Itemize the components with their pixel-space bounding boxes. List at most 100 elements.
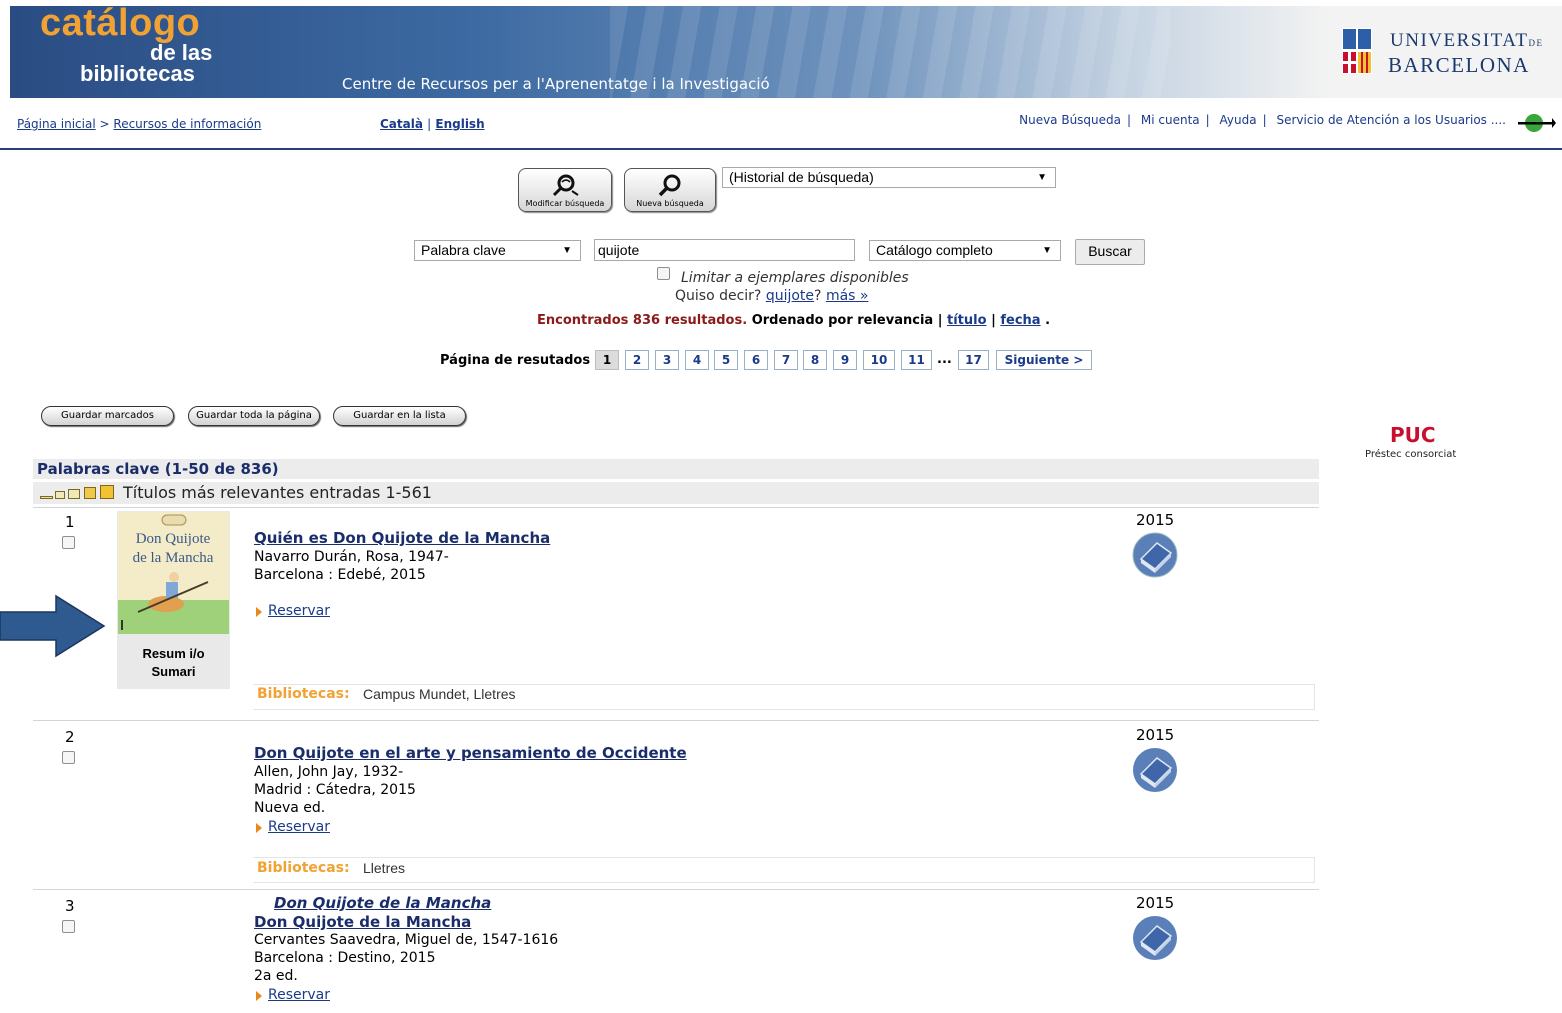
limit-available-checkbox[interactable] (657, 267, 670, 280)
did-you-mean-q: ? (814, 288, 822, 304)
nueva-busqueda-link[interactable]: Nueva Búsqueda (1019, 113, 1121, 127)
reserve-arrow-icon (256, 991, 262, 1001)
results-header-title: Palabras clave (1-50 de 836) (37, 460, 279, 478)
breadcrumb-resources-link[interactable]: Recursos de información (113, 117, 261, 131)
relevance-meter-icon (40, 496, 53, 499)
sort-title-link[interactable]: título (947, 313, 987, 328)
catalog-logo-line1[interactable]: catálogo (40, 4, 200, 42)
lang-catala-link[interactable]: Català (380, 117, 423, 131)
book-format-icon (1133, 748, 1177, 792)
puc-logo[interactable]: PUC (1390, 424, 1436, 446)
page-9-button[interactable]: 9 (833, 350, 857, 370)
top-nav: Página inicial > Recursos de información… (0, 100, 1562, 150)
breadcrumb-separator: > (99, 117, 110, 131)
sort-separator: | (991, 313, 996, 328)
cover-caption-line1: Resum i/o (142, 646, 205, 661)
result-year: 2015 (1136, 894, 1175, 912)
result-author: Navarro Durán, Rosa, 1947- (254, 549, 449, 565)
site-banner (10, 6, 1562, 98)
sort-label: Ordenado por relevancia | (751, 313, 943, 328)
libraries-label: Bibliotecas: (257, 860, 350, 876)
reserve-link[interactable]: Reservar (268, 987, 330, 1003)
more-suggestions-link[interactable]: más » (826, 288, 869, 304)
mi-cuenta-link[interactable]: Mi cuenta (1141, 113, 1200, 127)
save-page-button[interactable]: Guardar toda la página (188, 406, 320, 426)
chevron-down-icon: ▼ (1042, 245, 1052, 256)
pager-ellipsis: ... (937, 352, 952, 367)
page-1-button[interactable]: 1 (595, 350, 619, 370)
chevron-down-icon: ▼ (562, 245, 572, 256)
result-title-link[interactable]: Don Quijote de la Mancha (254, 913, 471, 931)
breadcrumb: Página inicial > Recursos de información (17, 117, 261, 131)
page-10-button[interactable]: 10 (863, 350, 895, 370)
result-title-link[interactable]: Don Quijote en el arte y pensamiento de … (254, 744, 687, 762)
result-title-link[interactable]: Quién es Don Quijote de la Mancha (254, 529, 550, 547)
lang-english-link[interactable]: English (435, 117, 484, 131)
result-2-checkbox[interactable] (62, 751, 75, 764)
pager-label: Página de resutados (440, 353, 591, 368)
result-year: 2015 (1136, 726, 1175, 744)
annotation-arrow-icon (0, 594, 106, 658)
cover-caption-line2: Sumari (151, 664, 196, 679)
cover-summary-link[interactable]: Resum i/o Sumari (117, 645, 230, 681)
search-history-value: (Historial de búsqueda) (729, 169, 874, 185)
did-you-mean-link[interactable]: quijote (766, 288, 814, 304)
result-3-checkbox[interactable] (62, 920, 75, 933)
page-3-button[interactable]: 3 (655, 350, 679, 370)
page-8-button[interactable]: 8 (803, 350, 827, 370)
page-6-button[interactable]: 6 (744, 350, 768, 370)
ub-de-text: DE (1528, 38, 1544, 48)
new-search-label: Nueva búsqueda (636, 199, 704, 208)
result-publisher: Madrid : Cátedra, 2015 (254, 782, 416, 798)
search-input[interactable]: quijote (594, 239, 855, 261)
chevron-down-icon: ▼ (1037, 172, 1047, 183)
ub-name-line1[interactable]: UNIVERSITATDE (1390, 30, 1543, 54)
next-page-button[interactable]: Siguiente > (996, 350, 1092, 370)
book-cover-image[interactable]: Don Quijote de la Mancha (118, 512, 229, 634)
catalog-scope-value: Catálogo completo (876, 242, 993, 258)
result-series-link[interactable]: Don Quijote de la Mancha (274, 894, 491, 912)
page-2-button[interactable]: 2 (625, 350, 649, 370)
relevance-meter-icon (84, 487, 96, 499)
search-history-select[interactable]: (Historial de búsqueda) ▼ (722, 167, 1056, 188)
cover-title-line2: de la Mancha (133, 550, 214, 566)
catalog-logo-line3: bibliotecas (80, 61, 195, 86)
sort-date-link[interactable]: fecha (1000, 313, 1040, 328)
reserve-link[interactable]: Reservar (268, 819, 330, 835)
search-button[interactable]: Buscar (1075, 239, 1145, 265)
page-4-button[interactable]: 4 (685, 350, 709, 370)
ub-name-line2[interactable]: BARCELONA (1388, 53, 1530, 77)
new-search-button[interactable]: Nueva búsqueda (624, 168, 716, 212)
result-publisher: Barcelona : Edebé, 2015 (254, 567, 426, 583)
page-17-button[interactable]: 17 (958, 350, 989, 370)
page-5-button[interactable]: 5 (714, 350, 738, 370)
page-7-button[interactable]: 7 (774, 350, 798, 370)
save-list-button[interactable]: Guardar en la lista (333, 406, 466, 426)
page-11-button[interactable]: 11 (901, 350, 932, 370)
search-field-select[interactable]: Palabra clave ▼ (414, 240, 581, 261)
book-format-icon (1133, 916, 1177, 960)
reserve-arrow-icon (256, 823, 262, 833)
ayuda-link[interactable]: Ayuda (1220, 113, 1257, 127)
sac-arrow-icon[interactable] (1516, 112, 1556, 134)
lang-separator: | (427, 117, 432, 131)
language-switcher: Català | English (380, 117, 485, 131)
relevance-meter-icon (55, 491, 65, 499)
utility-links: Nueva Búsqueda | Mi cuenta | Ayuda | Servic… (1019, 113, 1506, 127)
servicio-atencion-link[interactable]: Servicio de Atención a los Usuarios (1276, 113, 1486, 127)
breadcrumb-home-link[interactable]: Página inicial (17, 117, 96, 131)
result-year: 2015 (1136, 511, 1175, 529)
result-1-checkbox[interactable] (62, 536, 75, 549)
sort-end: . (1045, 313, 1051, 328)
result-divider (33, 507, 1319, 508)
reserve-link[interactable]: Reservar (268, 603, 330, 619)
result-edition: 2a ed. (254, 968, 298, 984)
libraries-row (253, 857, 1315, 883)
libraries-label: Bibliotecas: (257, 686, 350, 702)
modify-search-button[interactable]: Modificar búsqueda (518, 168, 612, 212)
banner-subtitle: Centre de Recursos per a l'Aprenentatge … (342, 75, 770, 93)
ub-name-text: UNIVERSITAT (1390, 30, 1529, 51)
catalog-scope-select[interactable]: Catálogo completo ▼ (869, 240, 1061, 261)
result-edition: Nueva ed. (254, 800, 326, 816)
save-marked-button[interactable]: Guardar marcados (41, 406, 174, 426)
